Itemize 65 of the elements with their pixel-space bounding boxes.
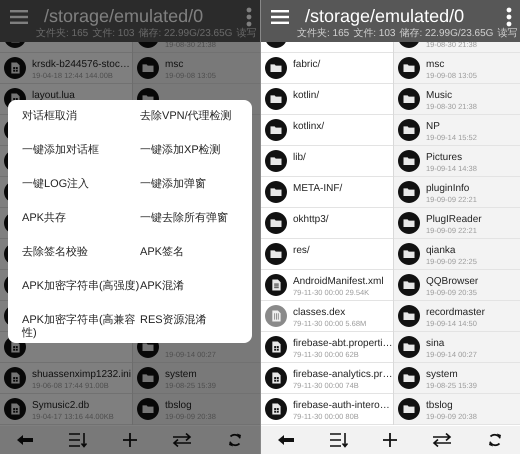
folder-name[interactable]: res/ [293, 244, 310, 257]
folder-name[interactable]: tbslog [426, 399, 477, 412]
file-name[interactable]: firebase-auth-intero… [293, 399, 390, 412]
menu-item[interactable]: 一键添加弹窗 [140, 178, 250, 191]
folder-name[interactable]: okhttp3/ [293, 213, 329, 226]
folder-name[interactable]: Music [426, 89, 477, 102]
menu-item[interactable]: 去除签名校验 [22, 246, 140, 259]
menu-item[interactable]: 一键添加对话框 [22, 144, 140, 157]
menu-item[interactable]: 对话框取消 [22, 110, 140, 123]
file-name[interactable]: krsdk-b244576-stoc… [32, 58, 130, 71]
menu-item[interactable]: APK加密字符串(高强度) [22, 280, 140, 293]
file-name[interactable]: classes.dex [293, 306, 366, 319]
menu-item[interactable]: 去除VPN/代理检测 [140, 110, 250, 123]
menu-item[interactable]: APK加密字符串(高兼容性) [22, 314, 140, 340]
folder-name[interactable]: pluginInfo [426, 182, 477, 195]
sort-icon[interactable] [328, 432, 349, 448]
file-name[interactable]: layout.lua [32, 89, 75, 102]
back-arrow-icon[interactable] [278, 434, 294, 446]
storage-stat: 读写 [236, 28, 256, 39]
folder-name[interactable]: Pictures [426, 151, 477, 164]
storage-stat: 储存: 22.99G/23.65G [138, 28, 232, 39]
file-name[interactable]: firebase-analytics.pr… [293, 368, 392, 381]
folder-name[interactable]: lib/ [293, 151, 306, 164]
menu-item[interactable]: 一键去除所有弹窗 [140, 212, 250, 225]
folder-name[interactable]: tbslog [165, 399, 216, 412]
folder-name[interactable]: NP [426, 120, 477, 133]
folder-name[interactable]: qianka [426, 244, 477, 257]
menu-item[interactable]: APK签名 [140, 246, 250, 259]
more-options-icon[interactable] [506, 6, 512, 26]
menu-item[interactable]: 一键LOG注入 [22, 178, 140, 191]
folder-name[interactable]: QQBrowser [426, 275, 478, 288]
folder-name[interactable]: PlugIReader [426, 213, 482, 226]
folder-name[interactable]: recordmaster [426, 306, 485, 319]
file-name[interactable]: AndroidManifest.xml [293, 275, 384, 288]
folder-name[interactable]: system [165, 368, 216, 381]
storage-stat: 文件: 103 [92, 28, 134, 39]
folder-name[interactable]: msc [426, 58, 477, 71]
more-options-icon[interactable] [246, 6, 252, 26]
menu-icon[interactable] [271, 10, 289, 24]
folder-name[interactable]: msc [165, 58, 216, 71]
swap-icon[interactable] [432, 433, 452, 447]
storage-stat: 读写 [497, 28, 518, 39]
file-name[interactable]: firebase-abt.properti… [293, 337, 392, 350]
menu-item[interactable]: APK混淆 [140, 280, 250, 293]
path-title: /storage/emulated/0 [44, 6, 204, 27]
menu-item[interactable]: RES资源混淆 [140, 314, 250, 327]
storage-stat: 文件: 103 [353, 28, 396, 39]
folder-name[interactable]: sina [426, 337, 477, 350]
refresh-icon[interactable] [486, 431, 503, 449]
folder-name[interactable]: kotlinx/ [293, 120, 324, 133]
folder-name[interactable]: kotlin/ [293, 89, 320, 102]
menu-icon[interactable] [10, 10, 28, 24]
folder-name[interactable]: fabric/ [293, 58, 320, 71]
package-file-icon [265, 305, 287, 327]
folder-name[interactable]: system [426, 368, 477, 381]
storage-stat: 储存: 22.99G/23.65G [400, 28, 494, 39]
file-name[interactable]: Symusic2.db [32, 399, 114, 412]
file-name[interactable]: shuassenximp1232.ini [32, 368, 131, 381]
menu-item[interactable]: 一键添加XP检测 [140, 144, 250, 157]
path-title: /storage/emulated/0 [305, 6, 466, 27]
folder-name[interactable]: META-INF/ [293, 182, 342, 195]
menu-item[interactable]: APK共存 [22, 212, 140, 225]
storage-stat: 文件夹: 165 [297, 28, 350, 39]
storage-stat: 文件夹: 165 [36, 28, 88, 39]
plus-icon[interactable] [383, 433, 398, 447]
